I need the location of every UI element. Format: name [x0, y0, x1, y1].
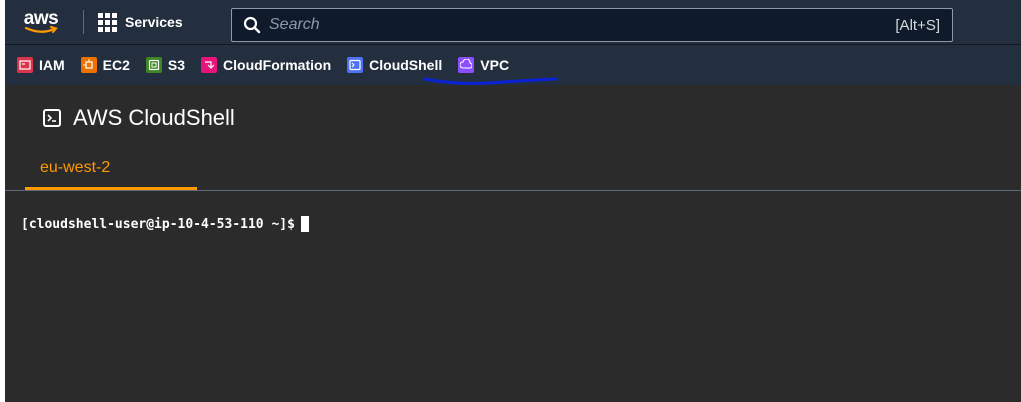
terminal-prompt: [cloudshell-user@ip-10-4-53-110 ~]$ [21, 216, 295, 232]
favorite-cloudformation[interactable]: CloudFormation [201, 57, 331, 73]
favorite-ec2[interactable]: EC2 [80, 57, 130, 73]
active-tab-indicator [25, 187, 197, 190]
services-label: Services [125, 14, 183, 30]
services-menu-button[interactable]: Services [98, 0, 197, 44]
page-title: AWS CloudShell [43, 105, 235, 131]
nav-divider [83, 10, 84, 34]
favorite-vpc[interactable]: VPC [458, 57, 509, 73]
favorite-iam-label: IAM [39, 57, 65, 73]
terminal-output[interactable]: [cloudshell-user@ip-10-4-53-110 ~]$ [5, 191, 1021, 232]
terminal-icon [43, 109, 61, 127]
favorite-ec2-label: EC2 [102, 57, 130, 73]
cloudshell-icon [347, 57, 364, 73]
favorite-cloudshell[interactable]: CloudShell [347, 57, 442, 73]
cloudshell-window: aws Services Search [Alt+S] IAM EC2 S3 C… [5, 0, 1021, 402]
s3-icon [145, 57, 162, 73]
vpc-icon [458, 57, 475, 73]
iam-icon [17, 57, 33, 73]
aws-smile-icon [24, 25, 58, 33]
tab-label: eu-west-2 [40, 159, 111, 176]
favorite-vpc-label: VPC [480, 57, 510, 73]
favorite-cloudformation-label: CloudFormation [223, 57, 332, 73]
search-placeholder: Search [269, 16, 320, 33]
favorite-s3-label: S3 [167, 57, 186, 73]
page-title-text: AWS CloudShell [73, 105, 235, 130]
favorite-iam[interactable]: IAM [17, 57, 65, 73]
cloudformation-icon [201, 57, 218, 73]
favorites-bar: IAM EC2 S3 CloudFormation CloudShell VPC [5, 44, 1021, 85]
page-header: AWS CloudShell [5, 85, 1021, 147]
search-input[interactable]: Search [Alt+S] [231, 8, 953, 42]
favorite-s3[interactable]: S3 [145, 57, 186, 73]
search-shortcut-hint: [Alt+S] [895, 16, 940, 34]
terminal-cursor [300, 216, 309, 232]
region-tabs: eu-west-2 [5, 147, 1021, 191]
aws-logo[interactable]: aws [15, 0, 67, 44]
favorite-cloudshell-label: CloudShell [369, 57, 443, 73]
ec2-icon [80, 57, 97, 73]
services-grid-icon [98, 12, 117, 32]
top-navigation: aws Services Search [Alt+S] [5, 0, 1021, 44]
tab-eu-west-2[interactable]: eu-west-2 [25, 159, 197, 190]
search-icon [243, 16, 261, 34]
